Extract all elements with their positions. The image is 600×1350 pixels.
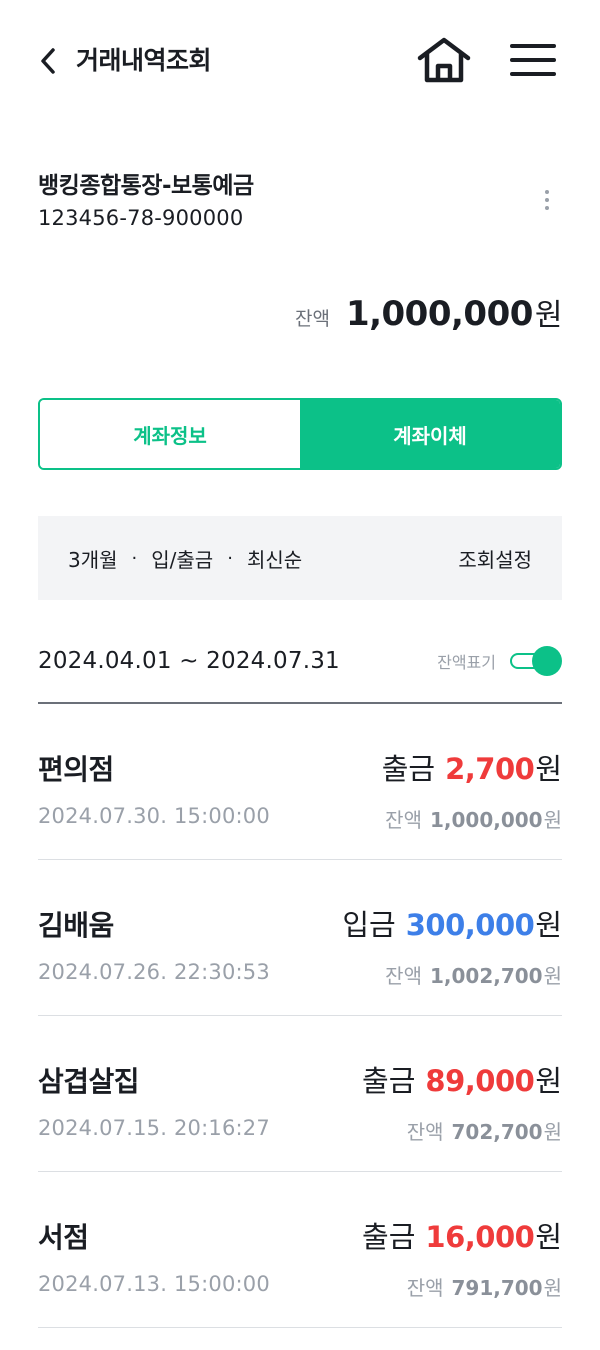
transaction-list: 편의점 출금 2,700 원 2024.07.30. 15:00:00 잔액 1… bbox=[38, 704, 562, 1328]
transaction-amount: 300,000 bbox=[405, 908, 535, 942]
transaction-balance-label: 잔액 bbox=[385, 964, 422, 988]
transaction-balance: 791,700 bbox=[451, 1276, 543, 1300]
account-actions: 계좌정보 계좌이체 bbox=[38, 398, 562, 470]
transaction-balance-row: 잔액 791,700 원 bbox=[407, 1272, 562, 1301]
account-info-button[interactable]: 계좌정보 bbox=[40, 400, 300, 468]
more-vertical-icon bbox=[545, 190, 549, 194]
transaction-unit: 원 bbox=[535, 752, 562, 786]
transaction-datetime: 2024.07.15. 20:16:27 bbox=[38, 1116, 270, 1140]
balance-value: 1,000,000 bbox=[345, 294, 533, 334]
account-balance: 잔액 1,000,000원 bbox=[294, 290, 563, 334]
transaction-unit: 원 bbox=[535, 1220, 562, 1254]
transaction-balance-label: 잔액 bbox=[406, 1120, 444, 1144]
transaction-unit: 원 bbox=[535, 1064, 562, 1098]
transaction-balance-unit: 원 bbox=[543, 808, 562, 832]
account-name: 뱅킹종합통장-보통예금 bbox=[38, 173, 254, 199]
filter-setting-button[interactable]: 조회설정 bbox=[458, 544, 532, 573]
transaction-name: 삼겹살집 bbox=[38, 1065, 140, 1098]
transaction-balance-row: 잔액 702,700 원 bbox=[407, 1116, 562, 1145]
filter-separator: · bbox=[227, 547, 233, 569]
account-number: 123456-78-900000 bbox=[38, 206, 244, 230]
filter-summary: 3개월 · 입/출금 · 최신순 bbox=[68, 544, 458, 573]
page-title: 거래내역조회 bbox=[76, 46, 212, 75]
toggle-knob bbox=[532, 646, 562, 676]
transaction-balance-unit: 원 bbox=[543, 1276, 562, 1300]
transaction-datetime: 2024.07.30. 15:00:00 bbox=[38, 804, 270, 828]
header: 거래내역조회 bbox=[0, 0, 600, 120]
transaction-balance-row: 잔액 1,002,700 원 bbox=[385, 960, 562, 989]
transaction-amount-row: 입금 300,000 원 bbox=[342, 902, 562, 944]
transaction-datetime: 2024.07.26. 22:30:53 bbox=[38, 960, 270, 984]
filter-separator: · bbox=[131, 547, 138, 569]
filter-bar[interactable]: 3개월 · 입/출금 · 최신순 조회설정 bbox=[38, 516, 562, 600]
transaction-datetime: 2024.07.13. 15:00:00 bbox=[38, 1272, 270, 1296]
transaction-item[interactable]: 편의점 출금 2,700 원 2024.07.30. 15:00:00 잔액 1… bbox=[38, 704, 562, 860]
transaction-balance: 1,002,700 bbox=[429, 964, 543, 988]
transaction-amount: 2,700 bbox=[445, 752, 535, 786]
more-options-button[interactable] bbox=[536, 184, 558, 216]
more-vertical-icon-dot bbox=[545, 198, 549, 202]
transaction-item[interactable]: 삼겹살집 출금 89,000 원 2024.07.15. 20:16:27 잔액… bbox=[38, 1016, 562, 1172]
filter-period: 3개월 bbox=[68, 547, 118, 572]
back-button[interactable] bbox=[34, 44, 62, 78]
transaction-amount-row: 출금 16,000 원 bbox=[362, 1214, 562, 1256]
transaction-balance-label: 잔액 bbox=[406, 1276, 444, 1300]
date-range: 2024.04.01 ~ 2024.07.31 bbox=[38, 648, 340, 674]
balance-label: 잔액 bbox=[294, 308, 330, 330]
transaction-unit: 원 bbox=[535, 908, 562, 942]
transaction-item[interactable]: 김배움 입금 300,000 원 2024.07.26. 22:30:53 잔액… bbox=[38, 860, 562, 1016]
transaction-amount: 16,000 bbox=[425, 1220, 535, 1254]
menu-button[interactable] bbox=[506, 38, 560, 82]
transaction-amount-row: 출금 89,000 원 bbox=[362, 1058, 562, 1100]
filter-order: 최신순 bbox=[246, 547, 303, 572]
transaction-balance-label: 잔액 bbox=[385, 808, 422, 832]
balance-toggle-label: 잔액표기 bbox=[437, 653, 496, 672]
transaction-amount-row: 출금 2,700 원 bbox=[382, 746, 562, 788]
balance-unit: 원 bbox=[534, 298, 563, 333]
transaction-type: 출금 bbox=[362, 1220, 416, 1254]
hamburger-menu-icon bbox=[510, 44, 556, 76]
transaction-name: 김배움 bbox=[38, 909, 114, 942]
transaction-type: 입금 bbox=[342, 908, 396, 942]
transaction-balance-unit: 원 bbox=[543, 1120, 562, 1144]
transaction-name: 편의점 bbox=[38, 753, 114, 786]
transaction-amount: 89,000 bbox=[425, 1064, 535, 1098]
transaction-balance-unit: 원 bbox=[543, 964, 562, 988]
balance-toggle[interactable] bbox=[508, 646, 562, 676]
transaction-name: 서점 bbox=[38, 1221, 89, 1254]
chevron-left-icon bbox=[41, 48, 55, 74]
more-vertical-icon-dot bbox=[545, 206, 549, 210]
transaction-balance: 1,000,000 bbox=[429, 808, 543, 832]
transaction-type: 출금 bbox=[381, 752, 436, 786]
balance-amount: 1,000,000원 bbox=[345, 290, 563, 334]
transaction-balance-row: 잔액 1,000,000 원 bbox=[385, 804, 562, 833]
transaction-balance: 702,700 bbox=[451, 1120, 543, 1144]
transaction-history-page: 거래내역조회 뱅킹종합통장-보통예금 123456-78-900000 잔액 1… bbox=[0, 0, 600, 1350]
transaction-type: 출금 bbox=[362, 1064, 416, 1098]
transaction-item[interactable]: 서점 출금 16,000 원 2024.07.13. 15:00:00 잔액 7… bbox=[38, 1172, 562, 1328]
home-button[interactable] bbox=[414, 34, 474, 86]
account-transfer-button[interactable]: 계좌이체 bbox=[300, 400, 560, 468]
date-range-row: 2024.04.01 ~ 2024.07.31 잔액표기 bbox=[38, 636, 562, 686]
home-icon bbox=[417, 37, 471, 83]
filter-type: 입/출금 bbox=[151, 547, 214, 572]
